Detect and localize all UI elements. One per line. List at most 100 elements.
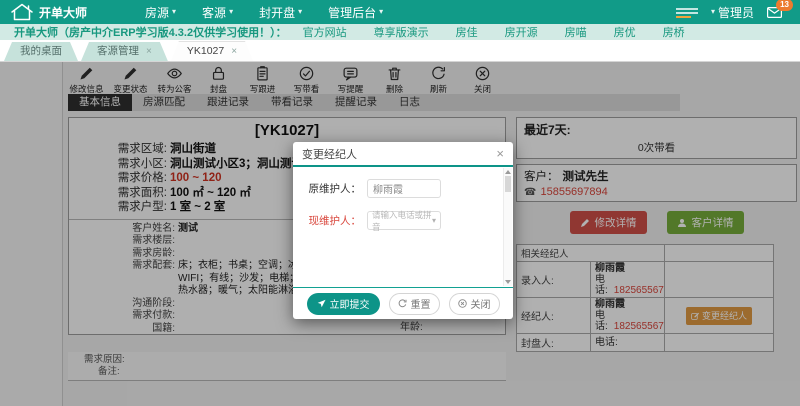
close-circle-icon	[458, 299, 467, 308]
showing-count: 0次带看	[524, 140, 789, 155]
close-circle-icon	[474, 65, 491, 82]
customer-label: 客户：	[524, 171, 559, 183]
username: 管理员	[718, 4, 754, 21]
write-showing-button[interactable]: 写带看	[288, 65, 325, 94]
user-menu[interactable]: ▾ 管理员	[711, 4, 754, 21]
scroll-up-icon[interactable]	[505, 170, 511, 174]
delete-button[interactable]: 删除	[376, 65, 413, 94]
caret-down-icon: ▾	[298, 8, 302, 16]
close-tab-icon[interactable]: ×	[146, 47, 152, 57]
select-placeholder: 请输入电话或拼音	[372, 209, 432, 233]
new-agent-row: 现维护人： 请输入电话或拼音 ▾	[293, 211, 441, 230]
customer-detail-button[interactable]: 客户详情	[667, 211, 744, 234]
messages-button[interactable]: 13	[767, 7, 782, 18]
demand-footer-section: 需求原因: 备注:	[68, 352, 506, 381]
scroll-down-icon[interactable]	[505, 280, 511, 284]
pencil-icon	[580, 218, 590, 228]
link-fangkaiyuan[interactable]: 房开源	[505, 24, 538, 40]
agents-header: 相关经纪人	[517, 245, 665, 262]
phone-icon: ☎	[524, 187, 536, 198]
tab-my-desktop[interactable]: 我的桌面	[4, 42, 78, 61]
table-row: 经纪人: 柳雨霞 电话:18256556766 变更经纪人	[517, 298, 774, 334]
version-stamp	[676, 7, 698, 18]
brand-name: 开单大师	[39, 4, 87, 21]
refresh-button[interactable]: 刷新	[420, 65, 457, 94]
new-agent-select[interactable]: 请输入电话或拼音 ▾	[367, 211, 441, 230]
subtab-showing-records[interactable]: 带看记录	[260, 94, 324, 111]
right-sidebar: 最近7天: 0次带看 客户：测试先生 ☎15855697894 修改详情 客户详…	[516, 117, 797, 352]
recent-activity-box: 最近7天: 0次带看	[516, 117, 797, 159]
agent-name: 柳雨霞	[595, 263, 660, 274]
check-circle-icon	[298, 65, 315, 82]
menu-admin[interactable]: 管理后台▾	[328, 4, 383, 21]
edit-profile-button[interactable]: 修改详情	[570, 211, 647, 234]
top-navbar: 开单大师 房源▾ 客源▾ 封开盘▾ 管理后台▾ ▾ 管理员 13	[0, 0, 800, 24]
to-public-button[interactable]: 转为公客	[156, 65, 193, 94]
menu-fangyuan[interactable]: 房源▾	[145, 4, 176, 21]
link-premium-demo[interactable]: 尊享版演示	[374, 24, 429, 40]
note-label: 备注:	[84, 366, 506, 378]
agent-name: 柳雨霞	[595, 299, 660, 310]
lock-icon	[210, 65, 227, 82]
main-menu: 房源▾ 客源▾ 封开盘▾ 管理后台▾	[145, 4, 383, 21]
modal-close-icon[interactable]: ×	[496, 147, 504, 160]
subtab-basic-info[interactable]: 基本信息	[68, 94, 132, 111]
write-reminder-button[interactable]: 写提醒	[332, 65, 369, 94]
workspace: 修改信息 变更状态 转为公客 封盘 写跟进 写带看 写提醒 删除	[0, 62, 800, 406]
lock-listing-button[interactable]: 封盘	[200, 65, 237, 94]
modal-scrollbar[interactable]	[503, 168, 512, 286]
pencil-icon	[78, 65, 95, 82]
customer-box: 客户：测试先生 ☎15855697894	[516, 164, 797, 202]
subtab-followup-records[interactable]: 跟进记录	[196, 94, 260, 111]
reset-button[interactable]: 重置	[389, 293, 440, 315]
new-agent-label: 现维护人：	[293, 213, 361, 228]
left-gutter	[0, 62, 63, 406]
agent-phone: 18256556766	[614, 285, 665, 296]
caret-down-icon: ▾	[432, 217, 436, 225]
detail-subtabs: 基本信息 房源匹配 跟进记录 带看记录 提醒记录 日志	[68, 94, 680, 111]
caret-down-icon: ▾	[711, 8, 715, 16]
link-official-site[interactable]: 官方网站	[303, 24, 347, 40]
edit-info-button[interactable]: 修改信息	[68, 65, 105, 94]
customer-code-title: [YK1027]	[69, 122, 505, 139]
close-page-button[interactable]: 关闭	[464, 65, 501, 94]
subtab-log[interactable]: 日志	[388, 94, 431, 111]
close-button[interactable]: 关闭	[449, 293, 500, 315]
table-row: 录入人: 柳雨霞 电话:18256556766	[517, 262, 774, 298]
menu-keyuan[interactable]: 客源▾	[202, 4, 233, 21]
recent-title: 最近7天:	[524, 121, 789, 138]
change-agent-modal: 变更经纪人 × 原维护人： 现维护人： 请输入电话或拼音 ▾	[293, 142, 513, 319]
info-row: 国籍:	[69, 323, 505, 336]
detail-toolbar: 修改信息 变更状态 转为公客 封盘 写跟进 写带看 写提醒 删除	[0, 62, 800, 94]
link-fangqiao[interactable]: 房桥	[663, 24, 685, 40]
link-fangjia[interactable]: 房佳	[456, 24, 478, 40]
unread-badge: 13	[776, 0, 793, 11]
scrollbar-thumb[interactable]	[505, 176, 511, 192]
price-value: 100 ~ 120	[170, 171, 221, 186]
tab-yk1027[interactable]: YK1027×	[171, 41, 253, 61]
subtab-listing-match[interactable]: 房源匹配	[132, 94, 196, 111]
link-fangmiao[interactable]: 房喵	[565, 24, 587, 40]
refresh-icon	[398, 299, 407, 308]
menu-fengkaipan[interactable]: 封开盘▾	[259, 4, 302, 21]
age-label: 年龄:	[400, 318, 423, 333]
pencil-square-icon	[691, 312, 699, 320]
close-tab-icon[interactable]: ×	[231, 47, 237, 57]
modal-title: 变更经纪人	[302, 146, 357, 162]
submit-button[interactable]: 立即提交	[307, 293, 380, 315]
customer-name: 测试先生	[563, 171, 609, 183]
write-followup-button[interactable]: 写跟进	[244, 65, 281, 94]
announcement-bar: 开单大师（房产中介ERP学习版4.3.2仅供学习使用！）： 官方网站 尊享版演示…	[0, 24, 800, 40]
link-fangyou[interactable]: 房优	[614, 24, 636, 40]
comment-icon	[342, 65, 359, 82]
caret-down-icon: ▾	[172, 8, 176, 16]
refresh-icon	[430, 65, 447, 82]
original-agent-input[interactable]	[367, 179, 441, 198]
agent-phone: 18256556766	[614, 321, 665, 332]
app-logo[interactable]: 开单大师	[10, 3, 87, 21]
change-status-button[interactable]: 变更状态	[112, 65, 149, 94]
change-agent-button[interactable]: 变更经纪人	[686, 307, 752, 325]
subtab-reminder-records[interactable]: 提醒记录	[324, 94, 388, 111]
tab-customer-mgmt[interactable]: 客源管理×	[81, 42, 168, 61]
document-icon	[254, 65, 271, 82]
